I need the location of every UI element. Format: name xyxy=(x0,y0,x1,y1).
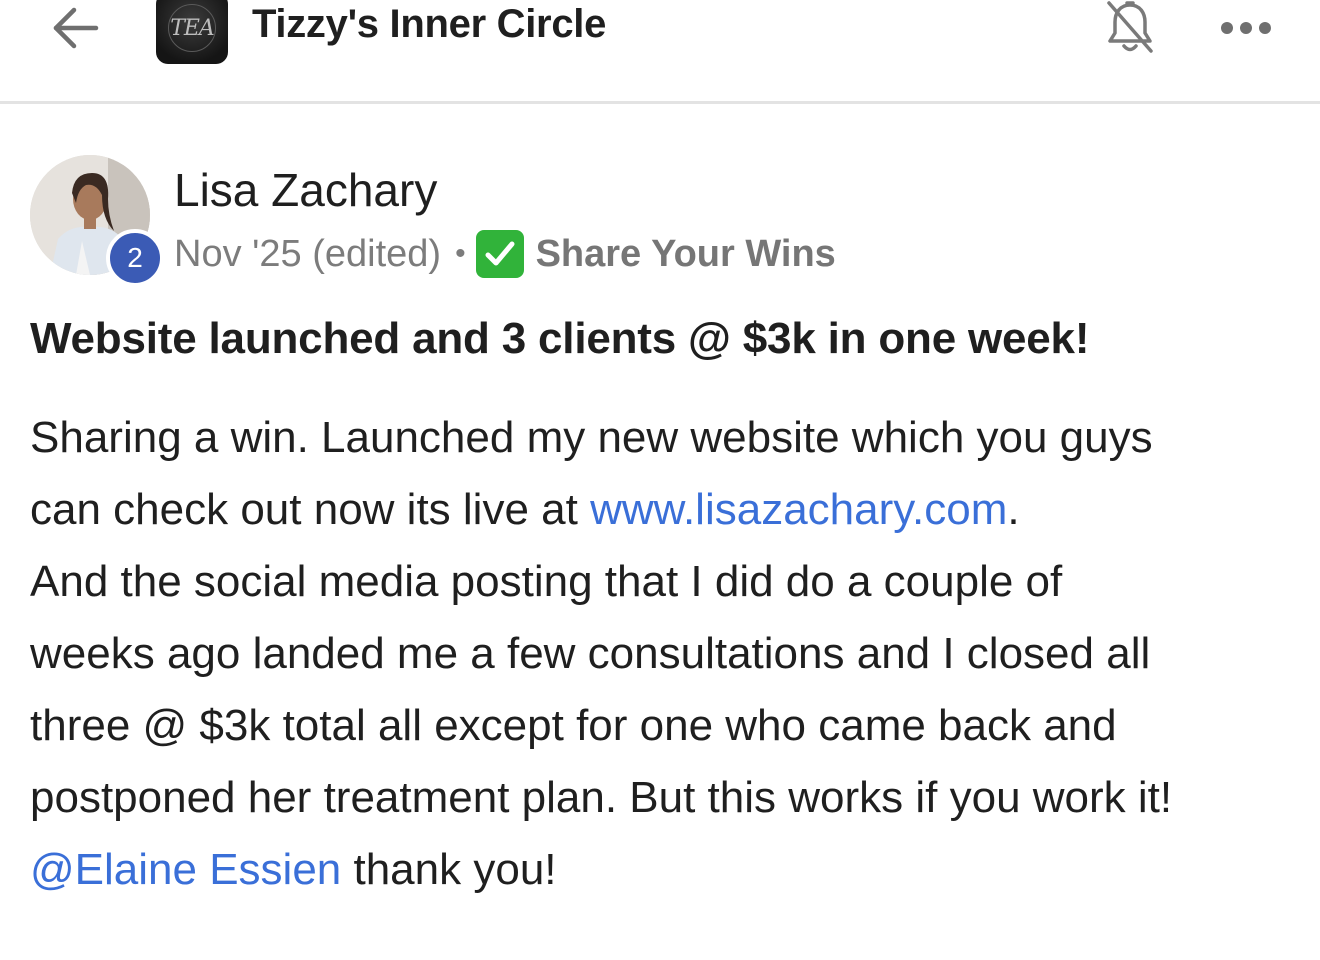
body-line: Sharing a win. Launched my new website w… xyxy=(30,413,1153,462)
body-text: . xyxy=(1007,485,1020,534)
body-text: thank you! xyxy=(341,845,557,894)
group-logo[interactable]: TEA xyxy=(156,0,228,64)
check-mark-button-icon xyxy=(475,230,524,278)
group-title: Tizzy's Inner Circle xyxy=(252,2,607,46)
post-page: TEA Tizzy's Inner Circle 2 Lisa Zachary … xyxy=(0,0,1320,960)
group-logo-text: TEA xyxy=(168,4,216,52)
post-date: Nov '25 (edited) xyxy=(174,232,442,275)
body-line: weeks ago landed me a few consultations … xyxy=(30,629,1151,678)
body-line: three @ $3k total all except for one who… xyxy=(30,701,1117,750)
body-text: can check out now its live at xyxy=(30,485,591,534)
author-avatar-wrapper[interactable]: 2 xyxy=(30,155,164,287)
post-body: Sharing a win. Launched my new website w… xyxy=(30,402,1310,906)
mention-link[interactable]: @Elaine Essien xyxy=(30,845,341,894)
post-category-link[interactable]: Share Your Wins xyxy=(536,233,836,276)
back-button[interactable] xyxy=(44,0,104,56)
level-badge: 2 xyxy=(106,229,164,287)
post-title: Website launched and 3 clients @ $3k in … xyxy=(30,314,1090,363)
body-line: @Elaine Essien thank you! xyxy=(30,834,1310,906)
post-meta: Nov '25 (edited) • Share Your Wins xyxy=(174,230,836,278)
meta-separator: • xyxy=(455,237,466,270)
author-name[interactable]: Lisa Zachary xyxy=(174,163,437,217)
more-options-button[interactable] xyxy=(1214,4,1278,52)
body-line: postponed her treatment plan. But this w… xyxy=(30,773,1173,822)
top-bar: TEA Tizzy's Inner Circle xyxy=(0,0,1320,104)
body-line: can check out now its live at www.lisaza… xyxy=(30,474,1310,546)
bell-off-icon xyxy=(1107,1,1153,53)
more-horizontal-icon xyxy=(1221,22,1271,34)
notifications-toggle-button[interactable] xyxy=(1098,0,1162,60)
body-line: And the social media posting that I did … xyxy=(30,557,1063,606)
arrow-left-icon xyxy=(53,7,99,49)
website-link[interactable]: www.lisazachary.com xyxy=(590,485,1007,534)
